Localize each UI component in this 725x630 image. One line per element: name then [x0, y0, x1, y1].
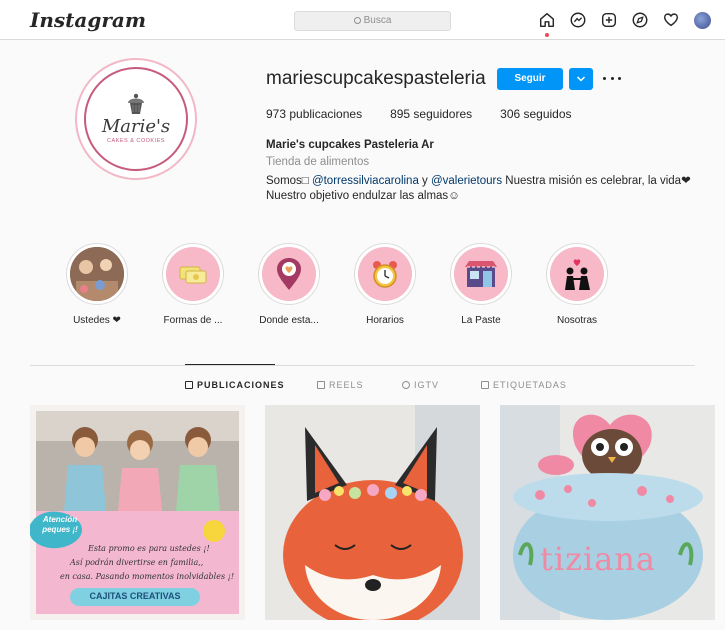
- tab-label: PUBLICACIONES: [197, 380, 285, 390]
- igtv-icon: [402, 381, 410, 389]
- active-tab-indicator: [185, 364, 275, 365]
- cupcake-icon: [128, 93, 144, 114]
- tab-label: ETIQUETADAS: [493, 380, 567, 390]
- highlight-ring: [162, 243, 224, 305]
- highlight-item[interactable]: Nosotras: [537, 243, 617, 326]
- promo-cta: CAJITAS CREATIVAS: [89, 591, 181, 601]
- highlight-ring: [546, 243, 608, 305]
- alarm-clock-icon: [373, 261, 397, 288]
- highlight-cover-shop: [454, 247, 508, 301]
- highlight-label: Donde esta...: [259, 315, 319, 326]
- bio-text: y: [418, 175, 431, 187]
- promo-line2: Así podrán divertirse en familia,,: [70, 558, 204, 567]
- profile-avatar[interactable]: [692, 10, 712, 30]
- profile-picture[interactable]: Marie's CAKES & COOKIES: [75, 58, 197, 180]
- explore-icon[interactable]: [630, 10, 650, 30]
- highlight-item[interactable]: Formas de ...: [153, 243, 233, 326]
- tab-etiquetadas[interactable]: ETIQUETADAS: [481, 380, 567, 390]
- followers-count[interactable]: 895 seguidores: [390, 107, 472, 121]
- messenger-icon[interactable]: [568, 10, 588, 30]
- post-image-owl-cake: [500, 405, 715, 620]
- post-thumbnail[interactable]: Atención peques ¡! Esta promo es para us…: [30, 405, 245, 620]
- top-nav-bar: Instagram Busca: [0, 0, 725, 40]
- profile-full-name: Marie's cupcakes Pasteleria Ar: [266, 139, 434, 151]
- chevron-down-icon: [576, 76, 586, 82]
- cake-name-text: tiziana: [540, 540, 656, 578]
- highlight-label: Nosotras: [556, 315, 597, 326]
- suggested-dropdown-button[interactable]: [569, 68, 593, 90]
- highlight-item[interactable]: Donde esta...: [249, 243, 329, 326]
- location-pin-icon: [277, 258, 301, 290]
- highlight-label: Horarios: [366, 315, 404, 326]
- post-thumbnail[interactable]: [265, 405, 480, 620]
- home-active-dot: [545, 33, 549, 37]
- highlight-cover-photo: [70, 247, 124, 301]
- instagram-logo[interactable]: Instagram: [30, 8, 146, 32]
- dot-icon: [618, 76, 621, 80]
- highlight-item[interactable]: La Paste: [441, 243, 521, 326]
- profile-category: Tienda de alimentos: [266, 156, 370, 168]
- reels-icon: [317, 381, 325, 389]
- search-placeholder: Busca: [363, 15, 392, 26]
- dot-icon: [603, 76, 606, 80]
- tab-igtv[interactable]: IGTV: [402, 380, 439, 390]
- highlight-label: Ustedes ❤: [73, 315, 121, 326]
- brand-name: Marie's: [101, 116, 171, 137]
- post-thumbnail[interactable]: tiziana: [500, 405, 715, 620]
- post-image-fox-cake: [265, 405, 480, 620]
- search-input[interactable]: Busca: [294, 11, 451, 31]
- post-image-kids-promo: [30, 405, 245, 620]
- promo-badge: Atención peques ¡!: [42, 515, 78, 534]
- tagged-icon: [481, 381, 489, 389]
- new-post-icon[interactable]: [599, 10, 619, 30]
- highlight-ring: [450, 243, 512, 305]
- profile-bio-line2: Nuestro objetivo endulzar las almas☺: [266, 190, 460, 202]
- profile-username: mariescupcakespasteleria: [266, 68, 486, 89]
- tab-label: IGTV: [414, 380, 440, 390]
- mention-link[interactable]: @valerietours: [431, 175, 502, 187]
- tabs-divider: [30, 365, 695, 366]
- money-icon: [179, 266, 207, 284]
- activity-heart-icon[interactable]: [661, 10, 681, 30]
- profile-stats: 973 publicaciones 895 seguidores 306 seg…: [266, 107, 600, 121]
- highlight-cover-money: [166, 247, 220, 301]
- highlight-ring: [66, 243, 128, 305]
- highlight-ring: [354, 243, 416, 305]
- highlight-cover-location: [262, 247, 316, 301]
- highlight-item[interactable]: Ustedes ❤: [57, 243, 137, 326]
- story-highlights: Ustedes ❤ Formas de ... Donde esta... Ho…: [57, 243, 617, 333]
- couple-silhouette-icon: [565, 259, 590, 290]
- following-count[interactable]: 306 seguidos: [500, 107, 571, 121]
- mention-link[interactable]: @torressilviacarolina: [312, 175, 419, 187]
- shop-icon: [465, 261, 497, 287]
- highlight-ring: [258, 243, 320, 305]
- highlight-label: Formas de ...: [163, 315, 223, 326]
- nav-icons: [537, 10, 712, 37]
- grid-icon: [185, 381, 193, 389]
- highlight-item[interactable]: Horarios: [345, 243, 425, 326]
- profile-bio-line1: Somos□ @torressilviacarolina y @valeriet…: [266, 173, 691, 187]
- profile-logo: Marie's CAKES & COOKIES: [84, 67, 188, 171]
- brand-subtitle: CAKES & COOKIES: [107, 138, 165, 144]
- highlight-label: La Paste: [461, 315, 501, 326]
- bio-text: Nuestra misión es celebrar, la vida❤: [502, 175, 691, 187]
- home-icon[interactable]: [537, 10, 557, 37]
- avatar-icon: [693, 12, 711, 29]
- tab-publicaciones[interactable]: PUBLICACIONES: [185, 380, 285, 390]
- profile-tabs: PUBLICACIONES REELS IGTV ETIQUETADAS: [0, 380, 725, 394]
- search-icon: [353, 17, 361, 24]
- more-options-button[interactable]: [603, 70, 621, 86]
- follow-button[interactable]: Seguir: [497, 68, 563, 90]
- highlight-cover-couple: [550, 247, 604, 301]
- tab-label: REELS: [329, 380, 364, 390]
- promo-line3: en casa. Pasando momentos inolvidables ¡…: [60, 572, 235, 581]
- tab-reels[interactable]: REELS: [317, 380, 364, 390]
- highlight-cover-clock: [358, 247, 412, 301]
- promo-line1: Esta promo es para ustedes ¡!: [88, 544, 210, 553]
- bio-text: Somos□: [266, 175, 312, 187]
- posts-count: 973 publicaciones: [266, 107, 363, 121]
- dot-icon: [610, 76, 614, 80]
